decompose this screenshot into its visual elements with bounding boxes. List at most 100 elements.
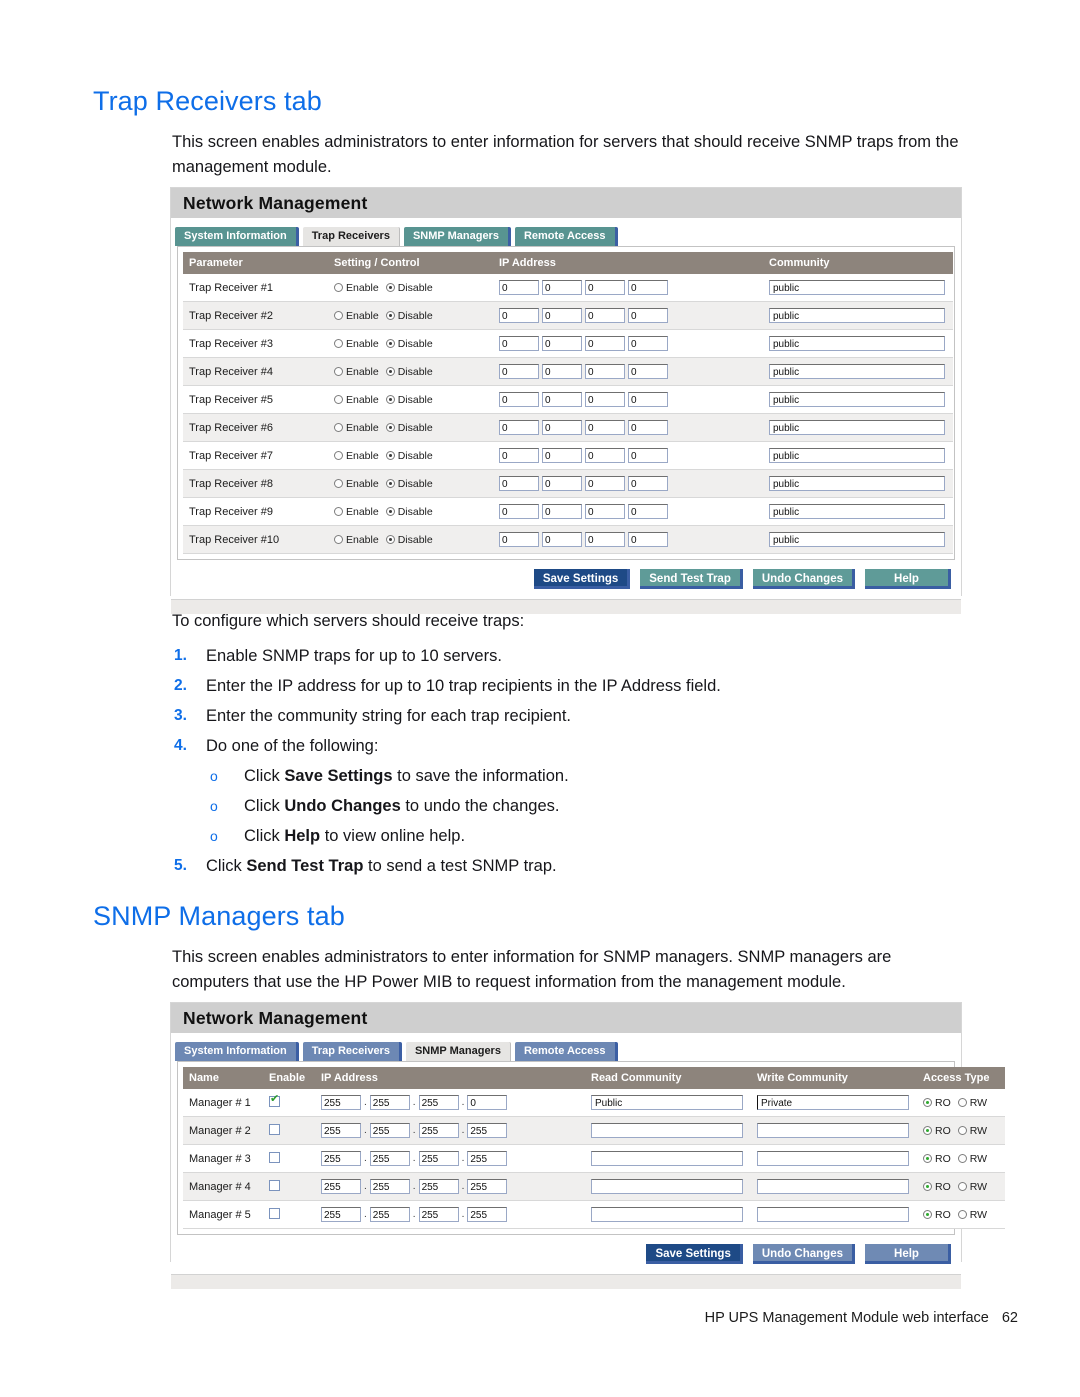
- ip-octet-input[interactable]: 255: [321, 1179, 361, 1194]
- radio-access-rw[interactable]: RW: [957, 1209, 987, 1221]
- write-community-input[interactable]: [757, 1179, 909, 1194]
- enable-checkbox[interactable]: [269, 1179, 280, 1191]
- ip-octet-input[interactable]: 0: [542, 364, 582, 379]
- ip-octet-input[interactable]: 255: [418, 1151, 459, 1166]
- ip-octet-input[interactable]: 0: [585, 308, 625, 323]
- radio-ro-icon[interactable]: [923, 1098, 932, 1107]
- radio-access-ro[interactable]: RO: [923, 1181, 951, 1193]
- save-settings-button[interactable]: Save Settings: [646, 1244, 743, 1264]
- ip-octet-input[interactable]: 0: [542, 308, 582, 323]
- ip-octet-input[interactable]: 0: [542, 392, 582, 407]
- ip-octet-input[interactable]: 0: [628, 308, 668, 323]
- radio-rw-icon[interactable]: [957, 1154, 967, 1163]
- enable-checkbox[interactable]: [269, 1207, 280, 1219]
- radio-disable-icon[interactable]: [385, 535, 395, 544]
- radio-rw-icon[interactable]: [957, 1210, 967, 1219]
- community-input[interactable]: public: [769, 364, 945, 379]
- ip-octet-input[interactable]: 0: [499, 476, 539, 491]
- radio-disable[interactable]: Disable: [385, 338, 433, 350]
- undo-changes-button[interactable]: Undo Changes: [752, 569, 855, 589]
- radio-disable-icon[interactable]: [385, 311, 395, 320]
- read-community-input[interactable]: [591, 1179, 743, 1194]
- radio-enable[interactable]: Enable: [334, 394, 379, 406]
- community-input[interactable]: public: [769, 476, 945, 491]
- radio-disable-icon[interactable]: [385, 367, 395, 376]
- ip-octet-input[interactable]: 0: [628, 336, 668, 351]
- ip-octet-input[interactable]: 0: [628, 532, 668, 547]
- radio-access-rw[interactable]: RW: [957, 1181, 987, 1193]
- enable-checkbox[interactable]: [269, 1094, 280, 1107]
- radio-enable-icon[interactable]: [334, 507, 343, 516]
- ip-octet-input[interactable]: 0: [499, 336, 539, 351]
- radio-enable[interactable]: Enable: [334, 422, 379, 434]
- ip-octet-input[interactable]: 0: [628, 420, 668, 435]
- radio-enable[interactable]: Enable: [334, 310, 379, 322]
- ip-octet-input[interactable]: 0: [542, 420, 582, 435]
- radio-enable-icon[interactable]: [334, 283, 343, 292]
- ip-octet-input[interactable]: 0: [499, 448, 539, 463]
- radio-enable-icon[interactable]: [334, 339, 343, 348]
- ip-octet-input[interactable]: 0: [585, 532, 625, 547]
- community-input[interactable]: public: [769, 280, 945, 295]
- tab-snmp-managers[interactable]: SNMP Managers: [405, 1042, 511, 1061]
- radio-enable-icon[interactable]: [334, 367, 343, 376]
- read-community-input[interactable]: [591, 1207, 743, 1222]
- tab-remote-access[interactable]: Remote Access: [514, 227, 618, 246]
- help-button[interactable]: Help: [865, 569, 951, 589]
- radio-enable-icon[interactable]: [334, 479, 343, 488]
- help-button[interactable]: Help: [865, 1244, 951, 1264]
- ip-octet-input[interactable]: 0: [542, 448, 582, 463]
- ip-octet-input[interactable]: 0: [585, 448, 625, 463]
- ip-octet-input[interactable]: 255: [467, 1207, 508, 1222]
- ip-octet-input[interactable]: 0: [542, 280, 582, 295]
- save-settings-button[interactable]: Save Settings: [533, 569, 631, 589]
- ip-octet-input[interactable]: 0: [542, 504, 582, 519]
- radio-rw-icon[interactable]: [957, 1182, 967, 1191]
- ip-octet-input[interactable]: 0: [499, 364, 539, 379]
- radio-disable[interactable]: Disable: [385, 450, 433, 462]
- radio-access-rw[interactable]: RW: [957, 1097, 987, 1109]
- ip-octet-input[interactable]: 255: [467, 1179, 508, 1194]
- ip-octet-input[interactable]: 0: [585, 476, 625, 491]
- ip-octet-input[interactable]: 0: [499, 420, 539, 435]
- radio-disable[interactable]: Disable: [385, 422, 433, 434]
- radio-rw-icon[interactable]: [957, 1126, 967, 1135]
- radio-access-ro[interactable]: RO: [923, 1097, 951, 1109]
- ip-octet-input[interactable]: 0: [628, 476, 668, 491]
- ip-octet-input[interactable]: 0: [585, 280, 625, 295]
- radio-disable-icon[interactable]: [385, 451, 395, 460]
- undo-changes-button[interactable]: Undo Changes: [752, 1244, 855, 1264]
- tab-snmp-managers[interactable]: SNMP Managers: [403, 227, 511, 246]
- community-input[interactable]: public: [769, 420, 945, 435]
- radio-enable-icon[interactable]: [334, 451, 343, 460]
- radio-enable[interactable]: Enable: [334, 338, 379, 350]
- send-test-trap-button[interactable]: Send Test Trap: [640, 569, 743, 589]
- radio-disable[interactable]: Disable: [385, 394, 433, 406]
- radio-rw-icon[interactable]: [957, 1098, 967, 1107]
- radio-enable-icon[interactable]: [334, 535, 343, 544]
- community-input[interactable]: public: [769, 392, 945, 407]
- community-input[interactable]: public: [769, 308, 945, 323]
- tab-trap-receivers[interactable]: Trap Receivers: [302, 227, 400, 246]
- write-community-input[interactable]: [757, 1123, 909, 1138]
- ip-octet-input[interactable]: 0: [542, 476, 582, 491]
- community-input[interactable]: public: [769, 504, 945, 519]
- radio-enable-icon[interactable]: [334, 311, 343, 320]
- ip-octet-input[interactable]: 255: [321, 1207, 361, 1222]
- ip-octet-input[interactable]: 0: [585, 336, 625, 351]
- radio-access-ro[interactable]: RO: [923, 1125, 951, 1137]
- ip-octet-input[interactable]: 255: [369, 1207, 410, 1222]
- radio-enable[interactable]: Enable: [334, 450, 379, 462]
- radio-ro-icon[interactable]: [923, 1126, 932, 1135]
- ip-octet-input[interactable]: 0: [499, 504, 539, 519]
- radio-enable[interactable]: Enable: [334, 282, 379, 294]
- ip-octet-input[interactable]: 255: [321, 1095, 361, 1110]
- tab-system-information[interactable]: System Information: [175, 227, 299, 246]
- radio-disable[interactable]: Disable: [385, 282, 433, 294]
- radio-ro-icon[interactable]: [923, 1210, 932, 1219]
- enable-checkbox[interactable]: [269, 1123, 280, 1135]
- write-community-input[interactable]: [757, 1151, 909, 1166]
- ip-octet-input[interactable]: 255: [369, 1095, 410, 1110]
- read-community-input[interactable]: [591, 1151, 743, 1166]
- ip-octet-input[interactable]: 0: [628, 280, 668, 295]
